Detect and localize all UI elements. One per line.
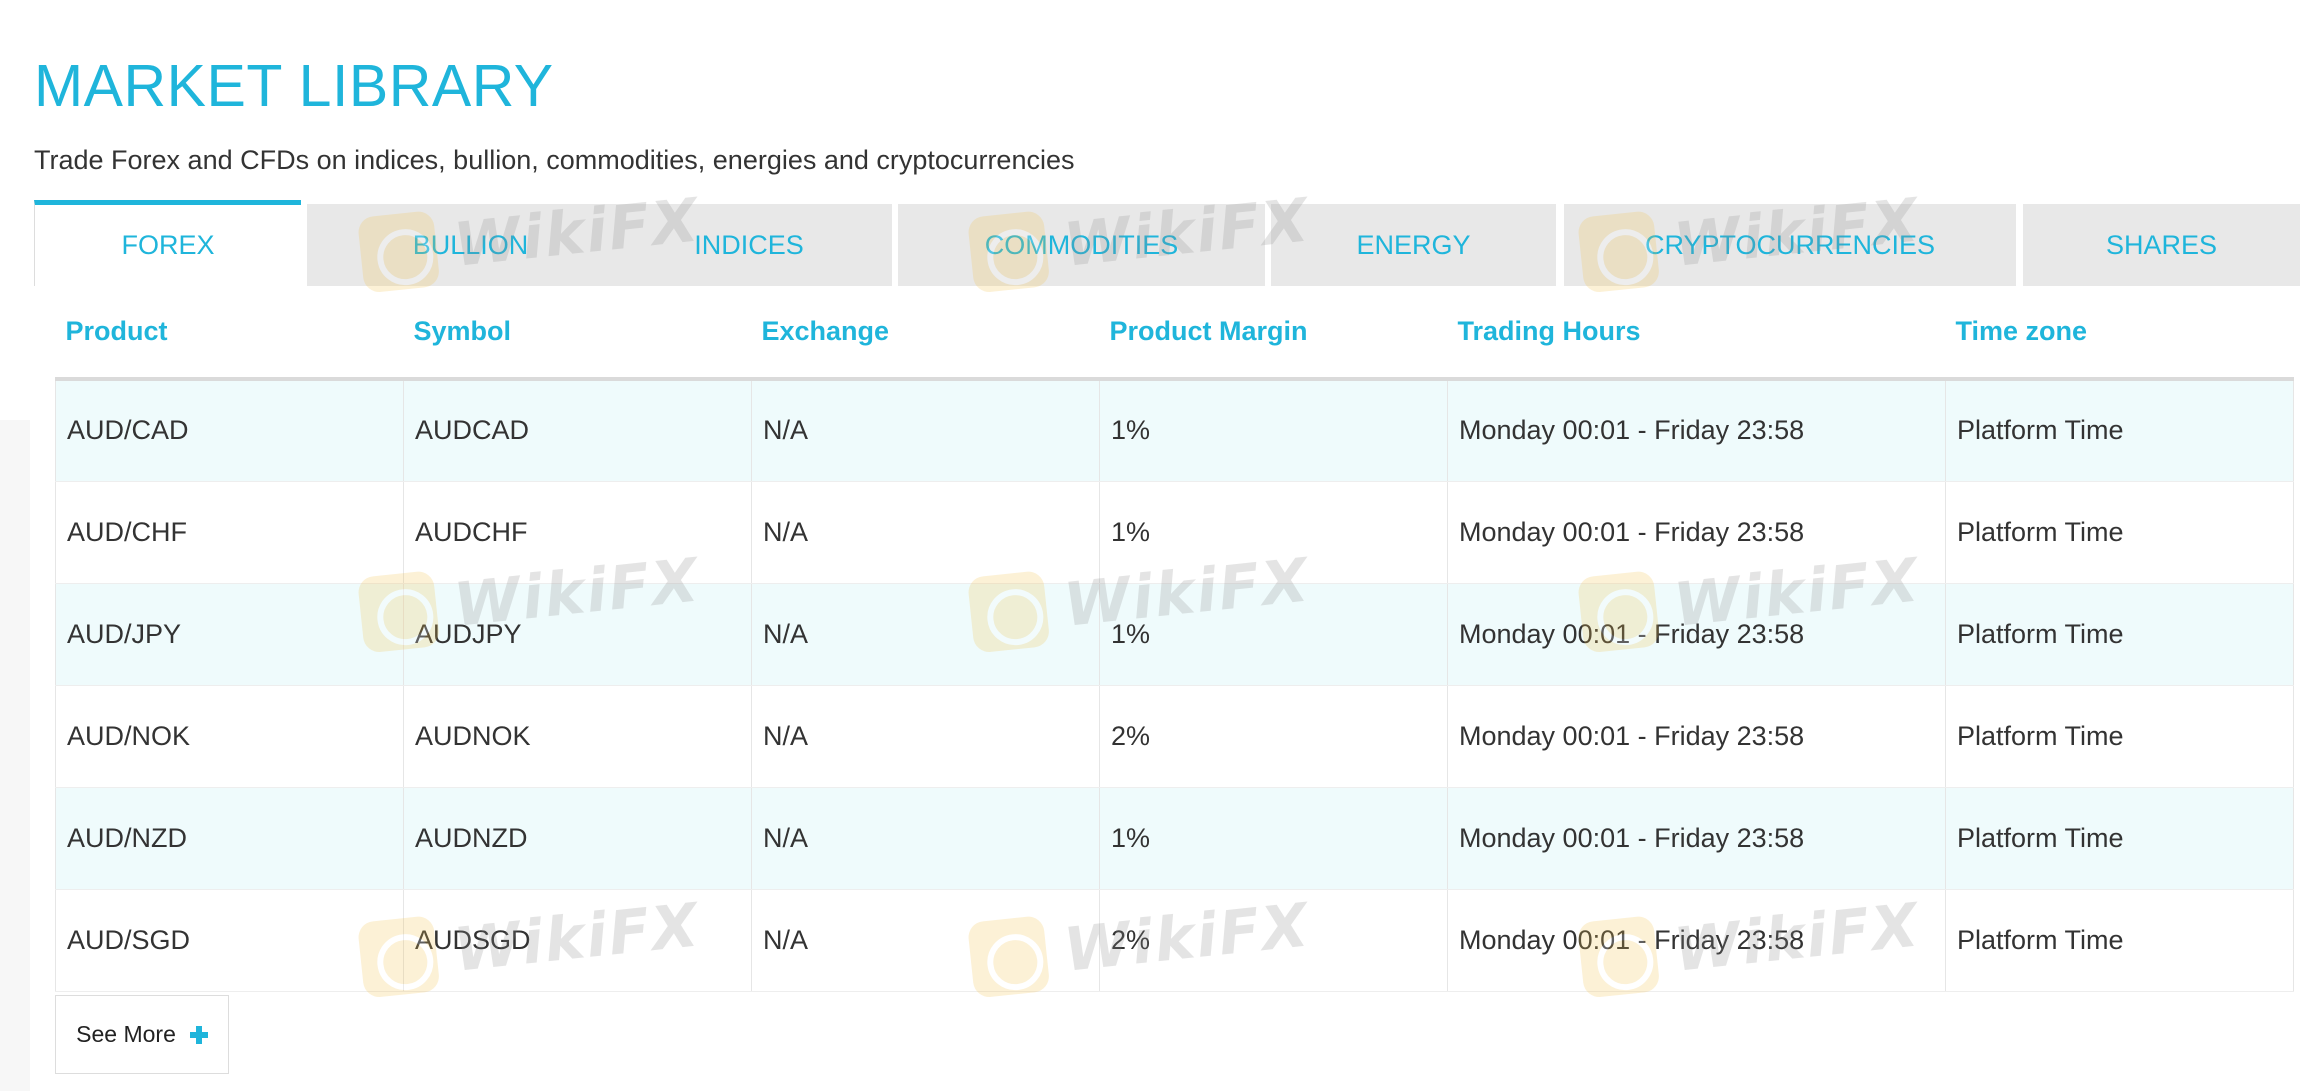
cell-exchange: N/A xyxy=(751,787,1100,890)
tab-commodities[interactable]: COMMODITIES xyxy=(898,204,1265,286)
column-header-symbol[interactable]: Symbol xyxy=(403,286,752,381)
cell-symbol: AUDNZD xyxy=(403,787,752,890)
cell-time-zone: Platform Time xyxy=(1945,685,2294,788)
see-more-button[interactable]: See More xyxy=(55,995,229,1074)
cell-symbol: AUDCAD xyxy=(403,379,752,482)
cell-margin: 1% xyxy=(1099,379,1448,482)
see-more-label: See More xyxy=(76,1021,176,1047)
cell-product: AUD/NOK xyxy=(55,685,404,788)
cell-exchange: N/A xyxy=(751,685,1100,788)
column-header-time-zone[interactable]: Time zone xyxy=(1945,286,2294,381)
cell-margin: 1% xyxy=(1099,787,1448,890)
cell-exchange: N/A xyxy=(751,379,1100,482)
tab-shares[interactable]: SHARES xyxy=(2023,204,2300,286)
tab-indices[interactable]: INDICES xyxy=(606,204,892,286)
cell-trading-hours: Monday 00:01 - Friday 23:58 xyxy=(1447,379,1946,482)
cell-time-zone: Platform Time xyxy=(1945,379,2294,482)
column-header-trading-hours[interactable]: Trading Hours xyxy=(1447,286,1946,381)
table-header-row: Product Symbol Exchange Product Margin T… xyxy=(55,286,2294,381)
cell-symbol: AUDSGD xyxy=(403,889,752,992)
cell-symbol: AUDCHF xyxy=(403,481,752,584)
column-header-product[interactable]: Product xyxy=(55,286,404,381)
cell-trading-hours: Monday 00:01 - Friday 23:58 xyxy=(1447,583,1946,686)
page-title: MARKET LIBRARY xyxy=(34,53,554,119)
tab-energy[interactable]: ENERGY xyxy=(1271,204,1556,286)
tab-cryptocurrencies[interactable]: CRYPTOCURRENCIES xyxy=(1564,204,2016,286)
table-row: AUD/CAD AUDCAD N/A 1% Monday 00:01 - Fri… xyxy=(55,379,2294,482)
table-row: AUD/JPY AUDJPY N/A 1% Monday 00:01 - Fri… xyxy=(55,583,2294,686)
column-header-exchange[interactable]: Exchange xyxy=(751,286,1100,381)
table-row: AUD/NOK AUDNOK N/A 2% Monday 00:01 - Fri… xyxy=(55,685,2294,788)
column-header-product-margin[interactable]: Product Margin xyxy=(1099,286,1448,381)
cell-trading-hours: Monday 00:01 - Friday 23:58 xyxy=(1447,481,1946,584)
cell-exchange: N/A xyxy=(751,583,1100,686)
cell-trading-hours: Monday 00:01 - Friday 23:58 xyxy=(1447,685,1946,788)
cell-time-zone: Platform Time xyxy=(1945,583,2294,686)
market-table: Product Symbol Exchange Product Margin T… xyxy=(55,286,2294,992)
tab-forex[interactable]: FOREX xyxy=(34,200,301,286)
cell-product: AUD/CHF xyxy=(55,481,404,584)
cell-margin: 2% xyxy=(1099,889,1448,992)
market-table-wrapper: Product Symbol Exchange Product Margin T… xyxy=(55,286,2294,992)
cell-symbol: AUDNOK xyxy=(403,685,752,788)
cell-trading-hours: Monday 00:01 - Friday 23:58 xyxy=(1447,787,1946,890)
cell-time-zone: Platform Time xyxy=(1945,889,2294,992)
table-row: AUD/SGD AUDSGD N/A 2% Monday 00:01 - Fri… xyxy=(55,889,2294,992)
cell-product: AUD/CAD xyxy=(55,379,404,482)
cell-time-zone: Platform Time xyxy=(1945,481,2294,584)
cell-margin: 1% xyxy=(1099,481,1448,584)
table-row: AUD/CHF AUDCHF N/A 1% Monday 00:01 - Fri… xyxy=(55,481,2294,584)
cell-margin: 1% xyxy=(1099,583,1448,686)
left-edge-strip xyxy=(0,420,30,1091)
cell-time-zone: Platform Time xyxy=(1945,787,2294,890)
plus-icon xyxy=(189,1025,208,1044)
page-subtitle: Trade Forex and CFDs on indices, bullion… xyxy=(34,145,1075,175)
market-tabs: FOREX BULLION INDICES COMMODITIES ENERGY… xyxy=(34,200,2300,286)
table-row: AUD/NZD AUDNZD N/A 1% Monday 00:01 - Fri… xyxy=(55,787,2294,890)
cell-trading-hours: Monday 00:01 - Friday 23:58 xyxy=(1447,889,1946,992)
cell-product: AUD/SGD xyxy=(55,889,404,992)
cell-symbol: AUDJPY xyxy=(403,583,752,686)
tab-bullion[interactable]: BULLION xyxy=(307,204,634,286)
cell-product: AUD/JPY xyxy=(55,583,404,686)
cell-product: AUD/NZD xyxy=(55,787,404,890)
market-library-page: MARKET LIBRARY Trade Forex and CFDs on i… xyxy=(0,0,2300,1091)
cell-exchange: N/A xyxy=(751,481,1100,584)
cell-exchange: N/A xyxy=(751,889,1100,992)
cell-margin: 2% xyxy=(1099,685,1448,788)
